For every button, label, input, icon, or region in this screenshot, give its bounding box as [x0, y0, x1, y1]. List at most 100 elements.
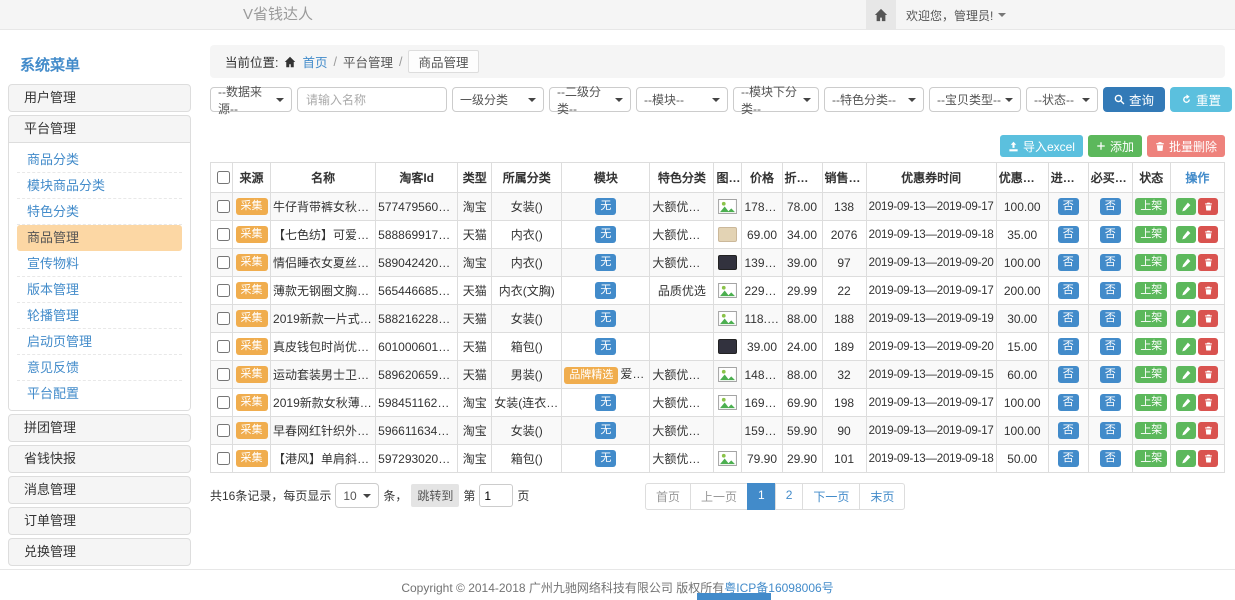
delete-button[interactable] — [1198, 450, 1218, 467]
row-checkbox[interactable] — [217, 452, 230, 465]
search-button[interactable]: 查询 — [1103, 87, 1165, 112]
delete-button[interactable] — [1198, 198, 1218, 215]
imported-flag-badge[interactable]: 否 — [1058, 226, 1079, 243]
must-buy-flag-badge[interactable]: 否 — [1100, 338, 1121, 355]
edit-button[interactable] — [1176, 338, 1196, 355]
status-badge[interactable]: 上架 — [1135, 310, 1167, 327]
pager-button[interactable]: 上一页 — [690, 483, 748, 510]
per-page-select[interactable]: 10 — [335, 483, 379, 508]
sidebar-item[interactable]: 意见反馈 — [17, 355, 182, 381]
imported-flag-badge[interactable]: 否 — [1058, 254, 1079, 271]
edit-button[interactable] — [1176, 310, 1196, 327]
sidebar-group-toggle[interactable]: 省钱快报 — [9, 446, 190, 472]
pager-button[interactable]: 1 — [747, 483, 776, 510]
sidebar-item[interactable]: 平台配置 — [17, 381, 182, 406]
must-buy-flag-badge[interactable]: 否 — [1100, 282, 1121, 299]
row-checkbox[interactable] — [217, 340, 230, 353]
imported-flag-badge[interactable]: 否 — [1058, 282, 1079, 299]
row-checkbox[interactable] — [217, 284, 230, 297]
sidebar-item[interactable]: 商品管理 — [17, 225, 182, 251]
edit-button[interactable] — [1176, 282, 1196, 299]
edit-button[interactable] — [1176, 226, 1196, 243]
filter-select-4[interactable]: --模块下分类-- — [733, 87, 819, 112]
sidebar-group-toggle[interactable]: 拼团管理 — [9, 415, 190, 441]
delete-button[interactable] — [1198, 310, 1218, 327]
filter-select-1[interactable]: 一级分类 — [452, 87, 544, 112]
delete-button[interactable] — [1198, 422, 1218, 439]
filter-select-6[interactable]: --宝贝类型-- — [929, 87, 1021, 112]
sidebar-item[interactable]: 特色分类 — [17, 199, 182, 225]
status-badge[interactable]: 上架 — [1135, 394, 1167, 411]
reset-button[interactable]: 重置 — [1170, 87, 1232, 112]
imported-flag-badge[interactable]: 否 — [1058, 422, 1079, 439]
must-buy-flag-badge[interactable]: 否 — [1100, 394, 1121, 411]
must-buy-flag-badge[interactable]: 否 — [1100, 450, 1121, 467]
status-badge[interactable]: 上架 — [1135, 282, 1167, 299]
status-badge[interactable]: 上架 — [1135, 450, 1167, 467]
filter-select-5[interactable]: --特色分类-- — [824, 87, 924, 112]
pager-button[interactable]: 首页 — [645, 483, 691, 510]
jump-to-button[interactable]: 跳转到 — [411, 484, 459, 507]
sidebar-item[interactable]: 商品分类 — [17, 147, 182, 173]
row-checkbox[interactable] — [217, 396, 230, 409]
status-badge[interactable]: 上架 — [1135, 254, 1167, 271]
pager-button[interactable]: 2 — [775, 483, 804, 510]
delete-button[interactable] — [1198, 338, 1218, 355]
must-buy-flag-badge[interactable]: 否 — [1100, 310, 1121, 327]
delete-button[interactable] — [1198, 394, 1218, 411]
sidebar-item[interactable]: 宣传物料 — [17, 251, 182, 277]
imported-flag-badge[interactable]: 否 — [1058, 310, 1079, 327]
sidebar-group-toggle[interactable]: 订单管理 — [9, 508, 190, 534]
filter-select-0[interactable]: --数据来源-- — [210, 87, 292, 112]
edit-button[interactable] — [1176, 394, 1196, 411]
row-checkbox[interactable] — [217, 368, 230, 381]
imported-flag-badge[interactable]: 否 — [1058, 198, 1079, 215]
import-excel-button[interactable]: 导入excel — [1000, 135, 1083, 157]
name-search-input[interactable] — [297, 87, 447, 112]
edit-button[interactable] — [1176, 198, 1196, 215]
imported-flag-badge[interactable]: 否 — [1058, 338, 1079, 355]
row-checkbox[interactable] — [217, 312, 230, 325]
row-checkbox[interactable] — [217, 228, 230, 241]
status-badge[interactable]: 上架 — [1135, 366, 1167, 383]
filter-select-7[interactable]: --状态-- — [1026, 87, 1098, 112]
page-number-input[interactable] — [479, 484, 513, 507]
delete-button[interactable] — [1198, 226, 1218, 243]
edit-button[interactable] — [1176, 450, 1196, 467]
status-badge[interactable]: 上架 — [1135, 226, 1167, 243]
sidebar-group-toggle[interactable]: 消息管理 — [9, 477, 190, 503]
status-badge[interactable]: 上架 — [1135, 198, 1167, 215]
sidebar-group-toggle[interactable]: 兑换管理 — [9, 539, 190, 565]
edit-button[interactable] — [1176, 254, 1196, 271]
sidebar-item[interactable]: 版本管理 — [17, 277, 182, 303]
breadcrumb-home-link[interactable]: 首页 — [302, 52, 327, 71]
must-buy-flag-badge[interactable]: 否 — [1100, 366, 1121, 383]
edit-button[interactable] — [1176, 422, 1196, 439]
delete-button[interactable] — [1198, 254, 1218, 271]
select-all-checkbox[interactable] — [217, 171, 230, 184]
pager-button[interactable]: 下一页 — [802, 483, 860, 510]
home-button[interactable] — [866, 0, 896, 30]
delete-button[interactable] — [1198, 366, 1218, 383]
must-buy-flag-badge[interactable]: 否 — [1100, 254, 1121, 271]
user-menu[interactable]: 欢迎您，管理员! — [906, 0, 1006, 30]
must-buy-flag-badge[interactable]: 否 — [1100, 198, 1121, 215]
pager-button[interactable]: 末页 — [859, 483, 905, 510]
delete-button[interactable] — [1198, 282, 1218, 299]
sidebar-group-toggle[interactable]: 用户管理 — [9, 85, 190, 111]
filter-select-3[interactable]: --模块-- — [636, 87, 728, 112]
status-badge[interactable]: 上架 — [1135, 422, 1167, 439]
batch-delete-button[interactable]: 批量删除 — [1147, 135, 1225, 157]
must-buy-flag-badge[interactable]: 否 — [1100, 226, 1121, 243]
status-badge[interactable]: 上架 — [1135, 338, 1167, 355]
sidebar-item[interactable]: 模块商品分类 — [17, 173, 182, 199]
filter-select-2[interactable]: --二级分类-- — [549, 87, 631, 112]
row-checkbox[interactable] — [217, 200, 230, 213]
row-checkbox[interactable] — [217, 256, 230, 269]
sidebar-group-toggle[interactable]: 平台管理 — [9, 116, 190, 142]
edit-button[interactable] — [1176, 366, 1196, 383]
breadcrumb-item-platform[interactable]: 平台管理 — [343, 52, 393, 71]
add-button[interactable]: 添加 — [1088, 135, 1142, 157]
sidebar-item[interactable]: 轮播管理 — [17, 303, 182, 329]
imported-flag-badge[interactable]: 否 — [1058, 450, 1079, 467]
